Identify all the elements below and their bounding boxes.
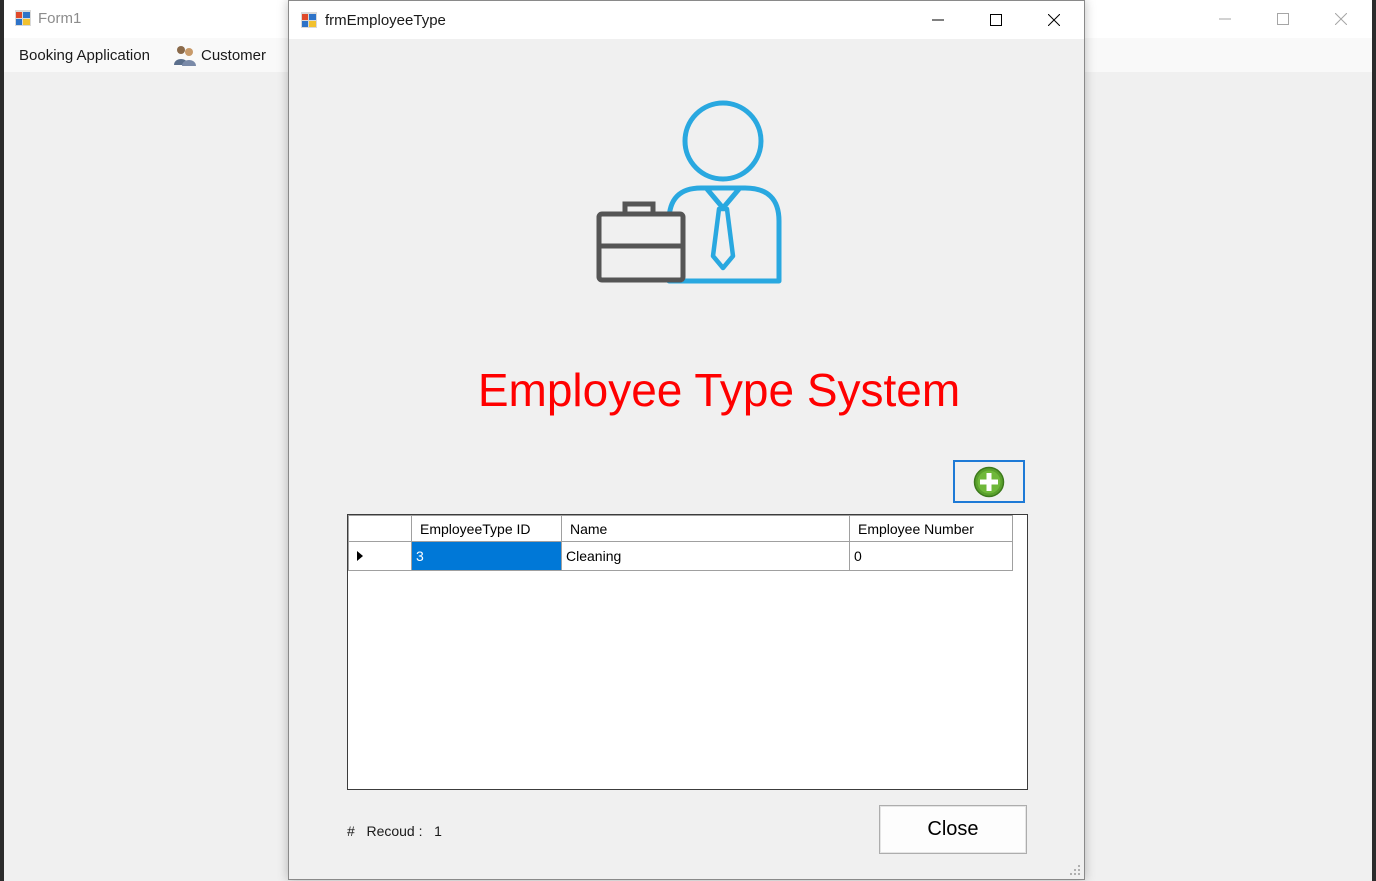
dialog-titlebar: frmEmployeeType bbox=[289, 1, 1084, 39]
record-count-label: # Recoud : 1 bbox=[347, 823, 442, 839]
menu-item-customer[interactable]: Customer bbox=[173, 38, 266, 72]
page-title: Employee Type System bbox=[477, 364, 961, 416]
green-plus-icon bbox=[973, 466, 1005, 497]
close-button[interactable]: Close bbox=[879, 805, 1027, 854]
dialog-title: frmEmployeeType bbox=[325, 12, 446, 29]
menu-item-booking-application[interactable]: Booking Application bbox=[19, 38, 150, 72]
grid-table: EmployeeType ID Name Employee Number 3 C… bbox=[348, 515, 1013, 571]
cell-employee-number[interactable]: 0 bbox=[849, 541, 1013, 571]
form-app-icon bbox=[15, 10, 31, 26]
column-header-employee-type-id[interactable]: EmployeeType ID bbox=[411, 515, 562, 542]
maximize-icon[interactable] bbox=[1254, 0, 1312, 38]
resize-grip-icon[interactable] bbox=[1069, 864, 1081, 876]
row-selector[interactable] bbox=[348, 541, 412, 571]
table-row[interactable]: 3 Cleaning 0 bbox=[348, 541, 1013, 571]
add-employee-type-button[interactable] bbox=[953, 460, 1025, 503]
close-icon[interactable] bbox=[1025, 1, 1083, 39]
maximize-icon[interactable] bbox=[967, 1, 1025, 39]
grid-header-row: EmployeeType ID Name Employee Number bbox=[348, 515, 1013, 542]
menu-item-label: Customer bbox=[201, 46, 267, 64]
employee-type-dialog: frmEmployeeType Employee Type System Emp… bbox=[288, 0, 1085, 880]
close-icon[interactable] bbox=[1312, 0, 1370, 38]
background-window-edge bbox=[0, 0, 4, 881]
column-header-name[interactable]: Name bbox=[561, 515, 850, 542]
background-window-edge bbox=[1372, 0, 1376, 881]
customer-people-icon bbox=[174, 46, 196, 66]
row-header-corner bbox=[348, 515, 412, 542]
column-header-employee-number[interactable]: Employee Number bbox=[849, 515, 1013, 542]
minimize-icon[interactable] bbox=[909, 1, 967, 39]
form-app-icon bbox=[301, 12, 317, 28]
minimize-icon[interactable] bbox=[1196, 0, 1254, 38]
background-window-title: Form1 bbox=[38, 10, 82, 27]
current-row-arrow-icon bbox=[357, 551, 363, 561]
cell-name[interactable]: Cleaning bbox=[561, 541, 850, 571]
employee-briefcase-icon bbox=[595, 100, 782, 284]
menu-item-label: Booking Application bbox=[19, 46, 150, 64]
employee-type-grid[interactable]: EmployeeType ID Name Employee Number 3 C… bbox=[347, 514, 1028, 790]
cell-employee-type-id[interactable]: 3 bbox=[411, 541, 562, 571]
